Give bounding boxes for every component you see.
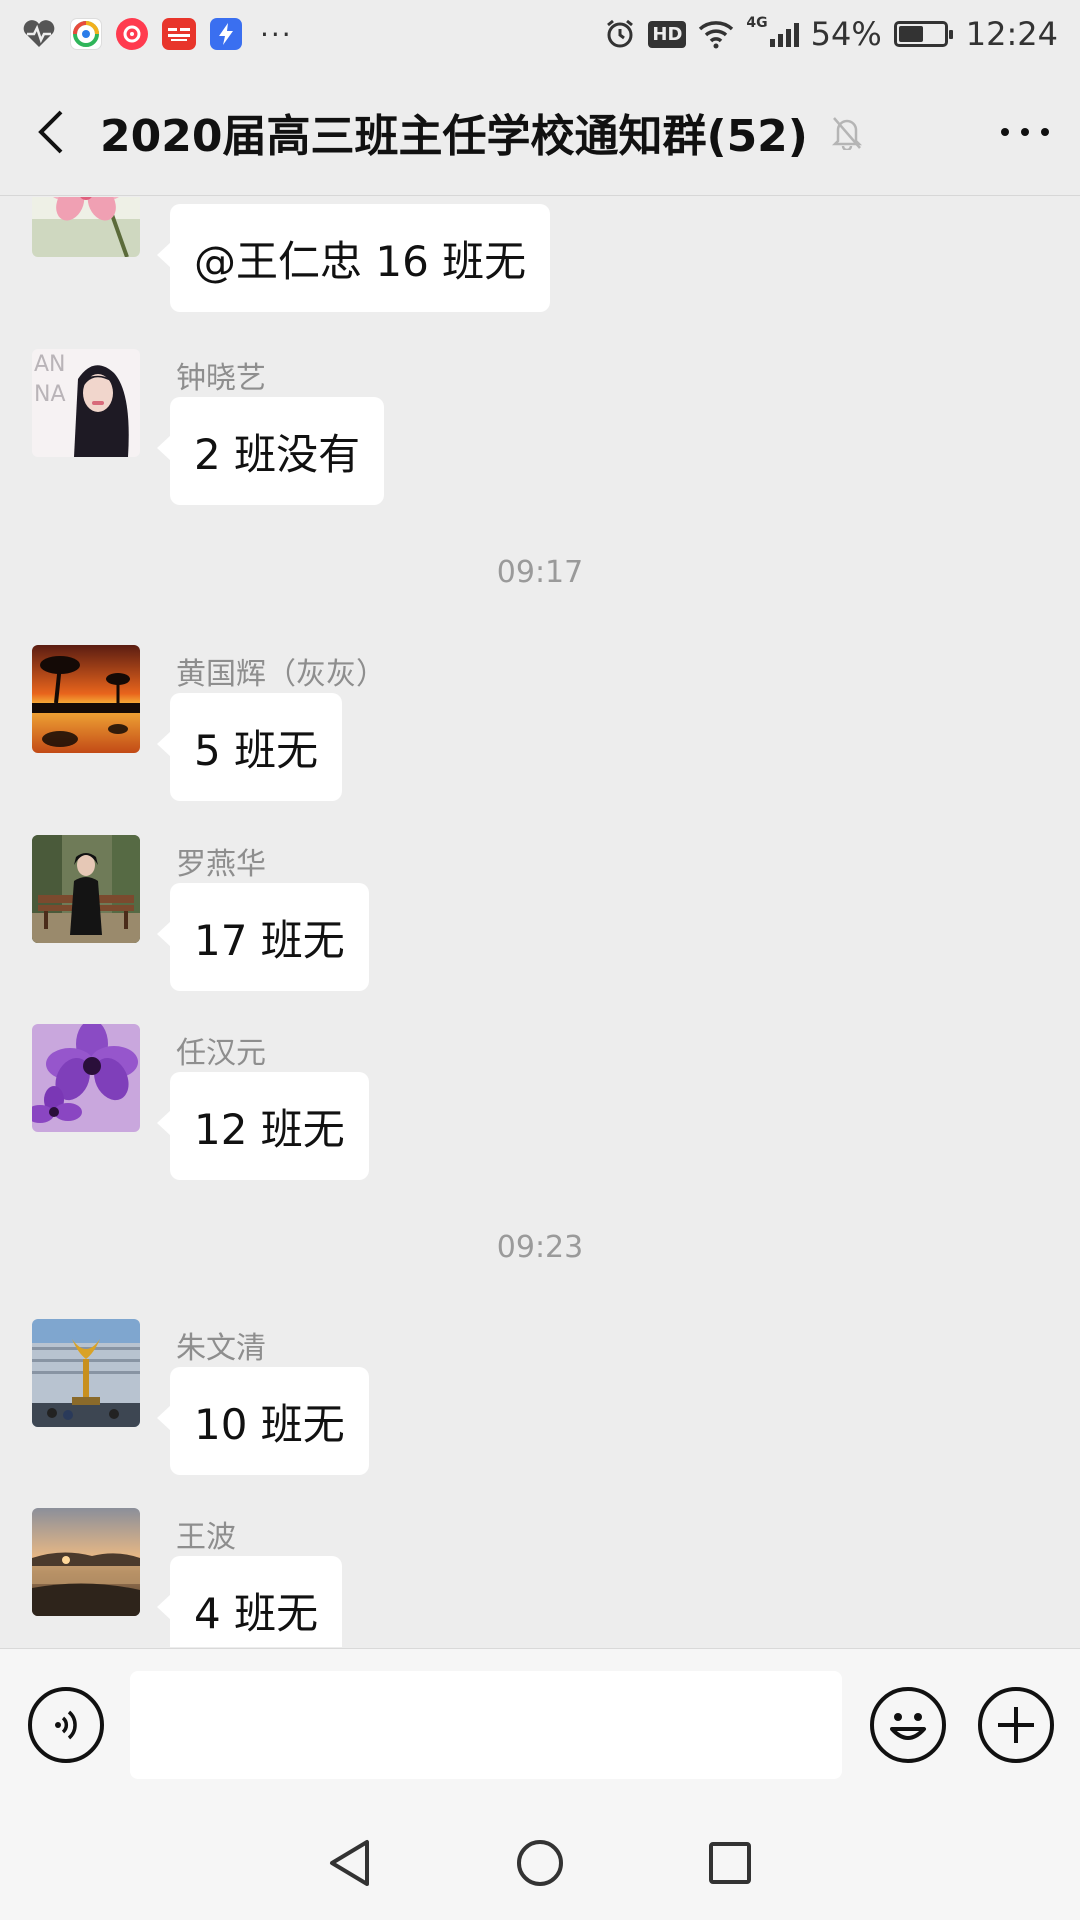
message-bubble[interactable]: 17 班无 — [157, 883, 369, 991]
avatar[interactable] — [32, 1024, 140, 1132]
avatar[interactable] — [32, 1508, 140, 1616]
chat-header: 2020届高三班主任学校通知群(52) — [0, 68, 1080, 196]
chevron-left-icon — [38, 110, 63, 153]
chat-info-button[interactable] — [970, 68, 1080, 196]
nav-home-button[interactable] — [510, 1833, 570, 1893]
chat-title: 2020届高三班主任学校通知群(52) — [100, 110, 808, 162]
avatar[interactable] — [32, 1319, 140, 1427]
message-bubble[interactable]: 12 班无 — [157, 1072, 369, 1180]
nav-back-button[interactable] — [320, 1833, 380, 1893]
alarm-icon — [607, 19, 634, 48]
more-functions-button[interactable] — [978, 1687, 1054, 1763]
battery-level-fill — [898, 26, 923, 42]
square-recents-icon — [709, 1842, 751, 1884]
avatar[interactable] — [32, 197, 140, 257]
wifi-icon — [699, 21, 734, 49]
sender-name: 任汉元 — [176, 1036, 266, 1071]
more-notifications-indicator: ··· — [260, 17, 293, 51]
avatar-watermark-text: NA — [34, 382, 66, 407]
message-bubble[interactable]: 10 班无 — [157, 1367, 369, 1475]
status-bar: ··· HD 4G 54% 12:24 — [0, 0, 1080, 68]
mute-indicator — [830, 114, 864, 150]
message-input[interactable] — [130, 1671, 842, 1779]
voice-input-button[interactable] — [28, 1687, 104, 1763]
message-bubble[interactable]: 4 班无 — [156, 1556, 343, 1647]
signal-icon — [769, 21, 799, 47]
time-divider: 09:17 — [496, 555, 584, 590]
health-icon — [23, 20, 55, 47]
avatar[interactable]: AN NA — [32, 349, 140, 457]
video-app-icon — [116, 18, 148, 50]
time-divider: 09:23 — [496, 1230, 584, 1265]
smiley-icon — [890, 1713, 926, 1740]
sender-name: 王波 — [176, 1520, 236, 1555]
notification-icons: ··· — [22, 18, 293, 51]
system-status: HD 4G 54% 12:24 — [604, 15, 1058, 53]
network-type: 4G — [746, 15, 768, 31]
back-button[interactable] — [0, 68, 100, 196]
message-bubble[interactable]: 2 班没有 — [156, 397, 385, 505]
muted-bell-icon — [831, 116, 862, 150]
circle-home-icon — [517, 1840, 563, 1886]
sender-name: 朱文清 — [176, 1331, 266, 1366]
message-bubble[interactable]: 5 班无 — [156, 693, 343, 801]
nav-recents-button[interactable] — [700, 1833, 760, 1893]
battery-icon — [893, 21, 953, 47]
avatar-watermark-text: AN — [34, 352, 66, 377]
browser-icon — [70, 18, 102, 50]
more-horizontal-icon — [1001, 127, 1049, 136]
sender-name: 罗燕华 — [176, 847, 266, 882]
chat-input-bar — [0, 1648, 1080, 1806]
triangle-back-icon — [330, 1840, 369, 1886]
avatar[interactable] — [32, 835, 140, 943]
battery-percent: 54% — [810, 15, 882, 53]
message-list[interactable]: @王仁忠 16 班无 AN NA 钟晓艺 2 班没有 09:17 黄国辉（灰灰）… — [0, 197, 1080, 1647]
plus-icon — [998, 1707, 1034, 1743]
sender-name: 钟晓艺 — [176, 361, 266, 396]
system-navigation-bar — [0, 1806, 1080, 1920]
avatar[interactable] — [32, 645, 140, 753]
message-bubble[interactable]: @王仁忠 16 班无 — [156, 204, 551, 312]
sender-name: 黄国辉（灰灰） — [176, 657, 386, 692]
clock: 12:24 — [965, 15, 1058, 53]
emoji-button[interactable] — [870, 1687, 946, 1763]
hd-badge: HD — [648, 20, 687, 48]
voice-icon — [55, 1710, 77, 1740]
flash-app-icon — [210, 18, 242, 50]
toutiao-icon — [162, 18, 196, 50]
